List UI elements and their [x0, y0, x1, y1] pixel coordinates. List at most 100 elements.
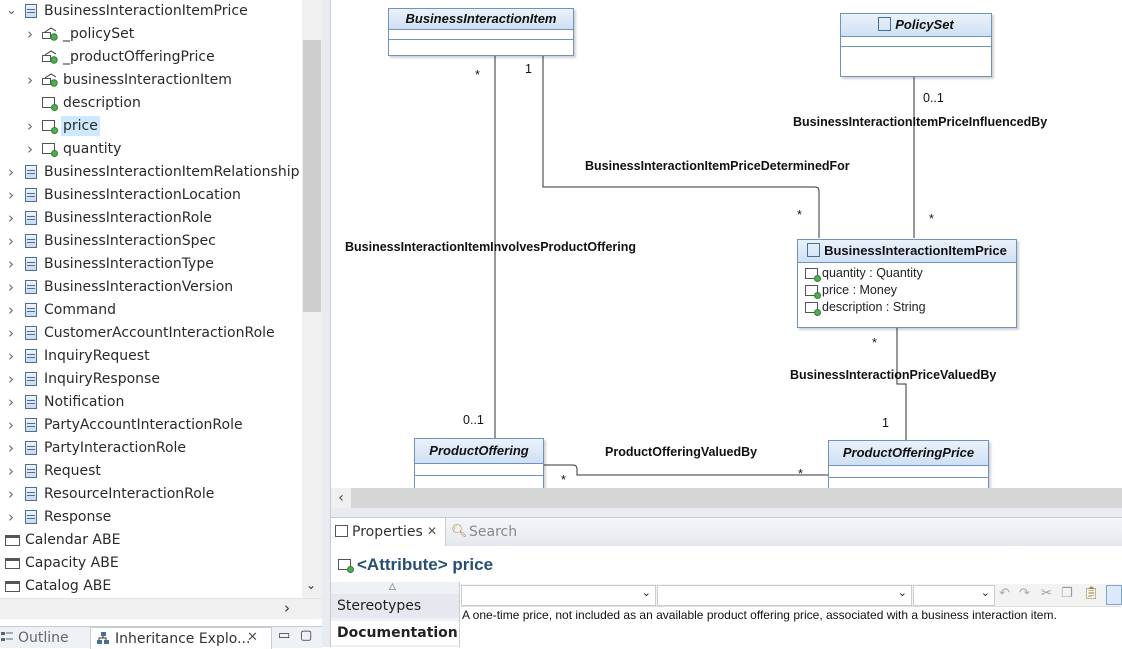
- tree-item-label: Command: [44, 302, 116, 318]
- tree-item[interactable]: › businessInteractionItem: [0, 69, 300, 92]
- association-label-determined-for[interactable]: BusinessInteractionItemPriceDeterminedFo…: [585, 159, 850, 173]
- minimize-icon[interactable]: ▭: [278, 628, 290, 643]
- chevron-right-icon[interactable]: ›: [6, 487, 16, 502]
- link-icon[interactable]: [1106, 585, 1122, 605]
- tree-item[interactable]: Capacity ABE: [0, 552, 300, 575]
- copy-icon[interactable]: ❐: [1061, 586, 1073, 601]
- scroll-left-arrow-icon[interactable]: ‹: [331, 488, 351, 508]
- class-business-interaction-item-price[interactable]: BusinessInteractionItemPrice quantity : …: [797, 239, 1017, 328]
- size-dropdown[interactable]: ⌄: [913, 585, 995, 606]
- tree-item[interactable]: › price: [0, 115, 300, 138]
- chevron-right-icon[interactable]: ›: [6, 510, 16, 525]
- tree-item[interactable]: › BusinessInteractionVersion: [0, 276, 300, 299]
- chevron-right-icon[interactable]: ›: [6, 165, 16, 180]
- class-policy-set[interactable]: PolicySet: [840, 13, 992, 77]
- tab-properties[interactable]: Properties ✕: [331, 518, 446, 546]
- chevron-right-icon[interactable]: ›: [6, 464, 16, 479]
- tree-item-label: PartyAccountInteractionRole: [44, 417, 243, 433]
- scroll-up-arrow-icon[interactable]: △: [389, 582, 396, 592]
- chevron-right-icon[interactable]: ›: [6, 349, 16, 364]
- class-product-offering-price[interactable]: ProductOfferingPrice: [828, 440, 989, 488]
- redo-icon[interactable]: ↷: [1019, 586, 1030, 601]
- association-label-involves-product-offering[interactable]: BusinessInteractionItemInvolvesProductOf…: [345, 240, 636, 254]
- style-dropdown[interactable]: ⌄: [461, 585, 656, 606]
- tree-item[interactable]: › Response: [0, 506, 300, 529]
- tree-item[interactable]: › BusinessInteractionRole: [0, 207, 300, 230]
- tree-item-label: BusinessInteractionLocation: [44, 187, 241, 203]
- multiplicity: *: [798, 467, 803, 481]
- tree-item[interactable]: › InquiryRequest: [0, 345, 300, 368]
- chevron-right-icon[interactable]: ›: [25, 73, 35, 88]
- tree-item[interactable]: › quantity: [0, 138, 300, 161]
- chevron-right-icon[interactable]: ›: [6, 234, 16, 249]
- chevron-right-icon[interactable]: ›: [25, 27, 35, 42]
- tree-item-label: BusinessInteractionRole: [44, 210, 212, 226]
- attribute-description[interactable]: description : String: [798, 299, 1016, 316]
- tab-outline[interactable]: Outline: [18, 630, 69, 646]
- cut-icon[interactable]: ✂: [1041, 586, 1052, 601]
- close-tab-icon[interactable]: ✕: [427, 524, 437, 538]
- tree-item[interactable]: Catalog ABE: [0, 575, 300, 598]
- tree-item[interactable]: › BusinessInteractionSpec: [0, 230, 300, 253]
- tree-item[interactable]: › Notification: [0, 391, 300, 414]
- chevron-right-icon[interactable]: ›: [6, 441, 16, 456]
- association-label-influenced-by[interactable]: BusinessInteractionItemPriceInfluencedBy: [793, 115, 1047, 129]
- scroll-down-arrow-icon[interactable]: ⌄: [306, 578, 316, 592]
- chevron-right-icon[interactable]: ›: [6, 257, 16, 272]
- chevron-right-icon[interactable]: ›: [6, 280, 16, 295]
- chevron-right-icon[interactable]: ›: [25, 142, 35, 157]
- side-tab-documentation[interactable]: Documentation: [331, 621, 459, 645]
- tree-item[interactable]: › BusinessInteractionLocation: [0, 184, 300, 207]
- chevron-right-icon[interactable]: ›: [6, 326, 16, 341]
- tree-scroll-thumb[interactable]: [303, 40, 321, 312]
- chevron-right-icon[interactable]: ›: [6, 211, 16, 226]
- tree-item[interactable]: › PartyAccountInteractionRole: [0, 414, 300, 437]
- documentation-text[interactable]: A one-time price, not included as an ava…: [462, 608, 1122, 622]
- tree-item[interactable]: ⌄ BusinessInteractionItemPrice: [0, 0, 300, 23]
- tree-item[interactable]: › Request: [0, 460, 300, 483]
- tab-inheritance-explorer[interactable]: Inheritance Explo... ✕: [90, 627, 272, 649]
- uml-class-diagram[interactable]: BusinessInteractionItem PolicySet Busine…: [331, 0, 1122, 488]
- tree-item[interactable]: › BusinessInteractionItemRelationship: [0, 161, 300, 184]
- tree-item[interactable]: › PartyInteractionRole: [0, 437, 300, 460]
- sash[interactable]: [331, 508, 1122, 517]
- chevron-right-icon[interactable]: ›: [6, 418, 16, 433]
- association-label-product-offering-valued-by[interactable]: ProductOfferingValuedBy: [605, 445, 757, 459]
- tab-search[interactable]: Search: [469, 518, 517, 546]
- class-icon: [25, 395, 37, 409]
- chevron-down-icon[interactable]: ⌄: [6, 4, 17, 17]
- class-business-interaction-item[interactable]: BusinessInteractionItem: [388, 8, 574, 56]
- tree-item[interactable]: › ResourceInteractionRole: [0, 483, 300, 506]
- attribute-label: description : String: [822, 300, 926, 314]
- tree-item[interactable]: _productOfferingPrice: [0, 46, 300, 69]
- close-tab-icon[interactable]: ✕: [247, 630, 258, 645]
- tree-item[interactable]: Calendar ABE: [0, 529, 300, 552]
- attribute-quantity[interactable]: quantity : Quantity: [798, 265, 1016, 282]
- folder-icon: [5, 535, 20, 546]
- chevron-right-icon[interactable]: ›: [25, 119, 35, 134]
- tree-horizontal-scrollbar[interactable]: ›: [0, 598, 322, 619]
- undo-icon[interactable]: ↶: [999, 586, 1010, 601]
- side-tab-stereotypes[interactable]: Stereotypes: [331, 594, 459, 618]
- chevron-right-icon[interactable]: ›: [6, 303, 16, 318]
- tree-item[interactable]: › Command: [0, 299, 300, 322]
- folder-icon: [5, 558, 20, 569]
- tree-item[interactable]: › BusinessInteractionType: [0, 253, 300, 276]
- association-label-valued-by[interactable]: BusinessInteractionPriceValuedBy: [790, 368, 996, 382]
- tree-item[interactable]: › InquiryResponse: [0, 368, 300, 391]
- tree-item[interactable]: › CustomerAccountInteractionRole: [0, 322, 300, 345]
- panel-divider[interactable]: [322, 0, 331, 647]
- scroll-right-arrow-icon[interactable]: ›: [284, 599, 290, 617]
- attribute-price[interactable]: price : Money: [798, 282, 1016, 299]
- maximize-icon[interactable]: ▢: [300, 628, 312, 643]
- paste-icon[interactable]: 📋︎: [1083, 586, 1100, 601]
- tree-item[interactable]: › _policySet: [0, 23, 300, 46]
- chevron-right-icon[interactable]: ›: [6, 395, 16, 410]
- chevron-right-icon[interactable]: ›: [6, 372, 16, 387]
- diagram-horizontal-scrollbar[interactable]: ‹: [331, 488, 1122, 508]
- class-product-offering[interactable]: ProductOffering: [414, 438, 544, 488]
- font-dropdown[interactable]: ⌄: [657, 585, 912, 606]
- tree-item[interactable]: description: [0, 92, 300, 115]
- model-explorer-tree[interactable]: ⌄ BusinessInteractionItemPrice › _policySet…: [0, 0, 322, 600]
- chevron-right-icon[interactable]: ›: [6, 188, 16, 203]
